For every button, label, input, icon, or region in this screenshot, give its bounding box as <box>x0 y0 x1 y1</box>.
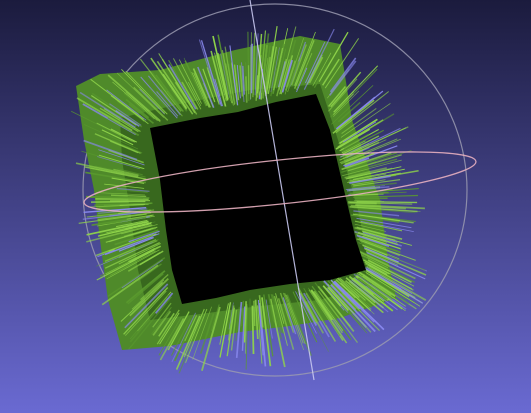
mesh-fiber-stroke <box>356 200 418 204</box>
mesh-fiber-stroke <box>90 200 146 203</box>
3d-viewport[interactable] <box>0 0 531 413</box>
mesh-fiber-stroke <box>251 305 255 355</box>
mesh-fiber-stroke <box>245 76 248 103</box>
mesh-fiber-stroke <box>348 201 377 205</box>
mesh-fiber-stroke <box>253 300 256 327</box>
viewport-canvas[interactable] <box>0 0 531 413</box>
mesh-fiber-stroke <box>250 43 253 94</box>
